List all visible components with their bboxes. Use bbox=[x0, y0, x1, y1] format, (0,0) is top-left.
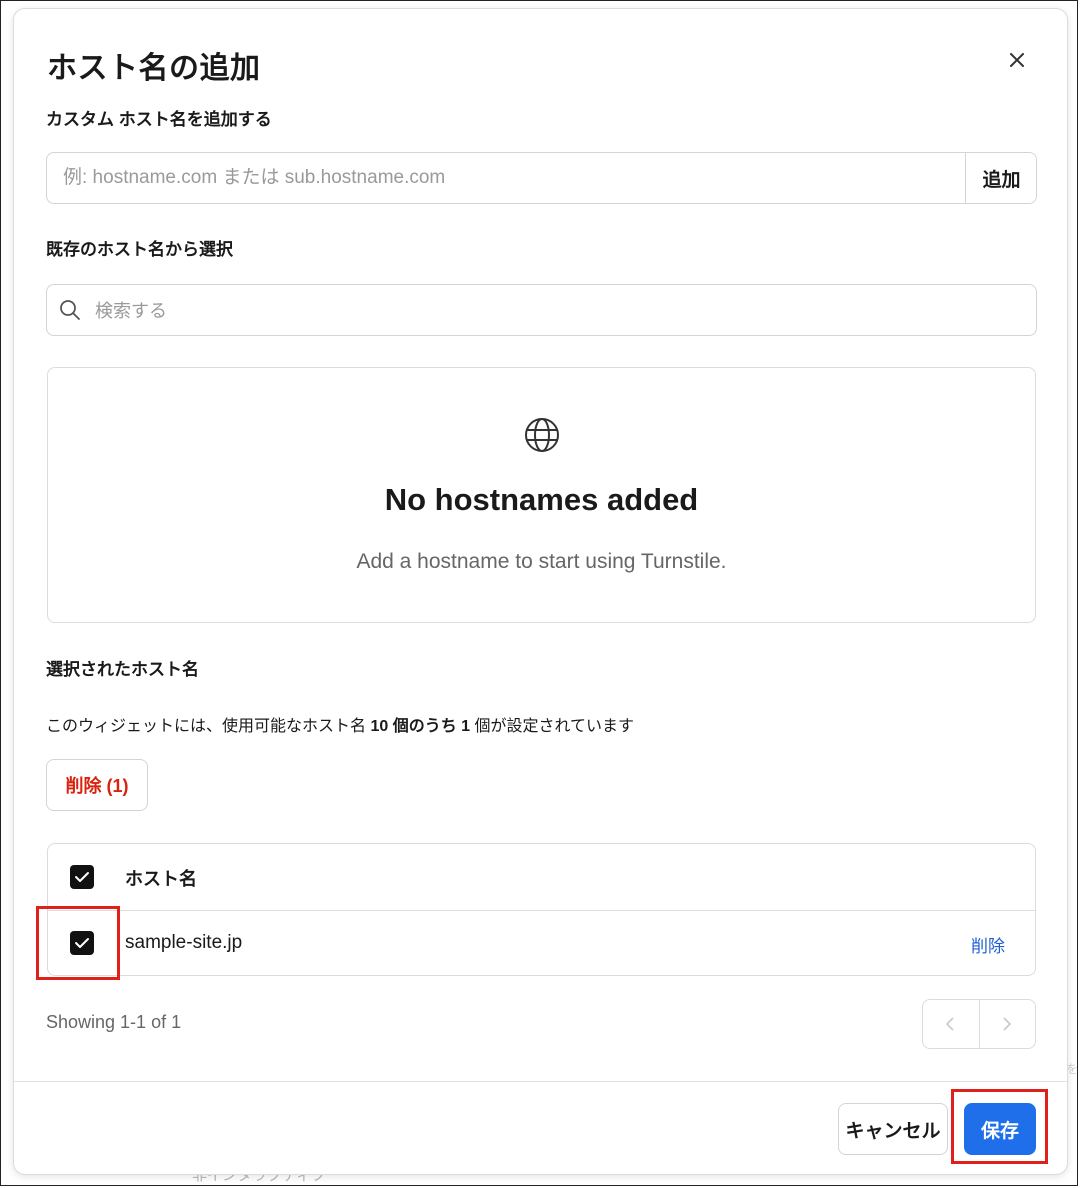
empty-state-title: No hostnames added bbox=[384, 482, 699, 517]
hostname-column-header: ホスト名 bbox=[125, 869, 197, 889]
table-row: sample-site.jp 削除 bbox=[48, 910, 1035, 975]
selected-hostnames-label: 選択されたホスト名 bbox=[46, 660, 199, 679]
add-hostname-button[interactable]: 追加 bbox=[965, 153, 1036, 203]
chevron-right-icon bbox=[1003, 1017, 1012, 1031]
hostname-usage-text: このウィジェットには、使用可能なホスト名 10 個のうち 1 個が設定されていま… bbox=[46, 712, 634, 736]
previous-page-button[interactable] bbox=[923, 1000, 980, 1048]
footer-divider bbox=[14, 1081, 1067, 1082]
dialog-title: ホスト名の追加 bbox=[47, 52, 261, 85]
table-header-row: ホスト名 bbox=[48, 844, 1035, 911]
empty-state: No hostnames added Add a hostname to sta… bbox=[47, 367, 1036, 623]
search-icon bbox=[59, 299, 81, 321]
delete-selected-button[interactable]: 削除 (1) bbox=[46, 759, 148, 811]
chevron-left-icon bbox=[945, 1017, 954, 1031]
empty-state-subtitle: Add a hostname to start using Turnstile. bbox=[356, 550, 727, 573]
row-delete-link[interactable]: 削除 bbox=[971, 932, 1005, 957]
usage-suffix: 個が設定されています bbox=[470, 718, 635, 735]
checkbox-highlight-annotation bbox=[36, 906, 120, 980]
next-page-button[interactable] bbox=[980, 1000, 1035, 1048]
add-hostname-dialog: ホスト名の追加 カスタム ホスト名を追加する 追加 既存のホスト名から選択 No… bbox=[13, 8, 1068, 1175]
hostname-table: ホスト名 sample-site.jp 削除 bbox=[47, 843, 1036, 976]
custom-hostname-group: 追加 bbox=[46, 152, 1037, 204]
save-highlight-annotation bbox=[951, 1089, 1048, 1164]
existing-hostname-label: 既存のホスト名から選択 bbox=[46, 240, 233, 259]
search-input[interactable] bbox=[93, 285, 1027, 337]
usage-prefix: このウィジェットには、使用可能なホスト名 bbox=[46, 718, 371, 735]
custom-hostname-input[interactable] bbox=[47, 153, 965, 203]
pagination-controls bbox=[922, 999, 1036, 1049]
close-icon[interactable] bbox=[1004, 47, 1030, 73]
select-all-checkbox[interactable] bbox=[70, 865, 94, 889]
hostname-cell: sample-site.jp bbox=[125, 932, 243, 953]
usage-count: 10 個のうち 1 bbox=[370, 718, 471, 735]
custom-hostname-label: カスタム ホスト名を追加する bbox=[46, 110, 272, 129]
hostname-search-field bbox=[46, 284, 1037, 337]
cancel-button[interactable]: キャンセル bbox=[838, 1103, 948, 1155]
pagination-summary: Showing 1-1 of 1 bbox=[46, 1012, 182, 1032]
globe-icon bbox=[523, 416, 561, 454]
